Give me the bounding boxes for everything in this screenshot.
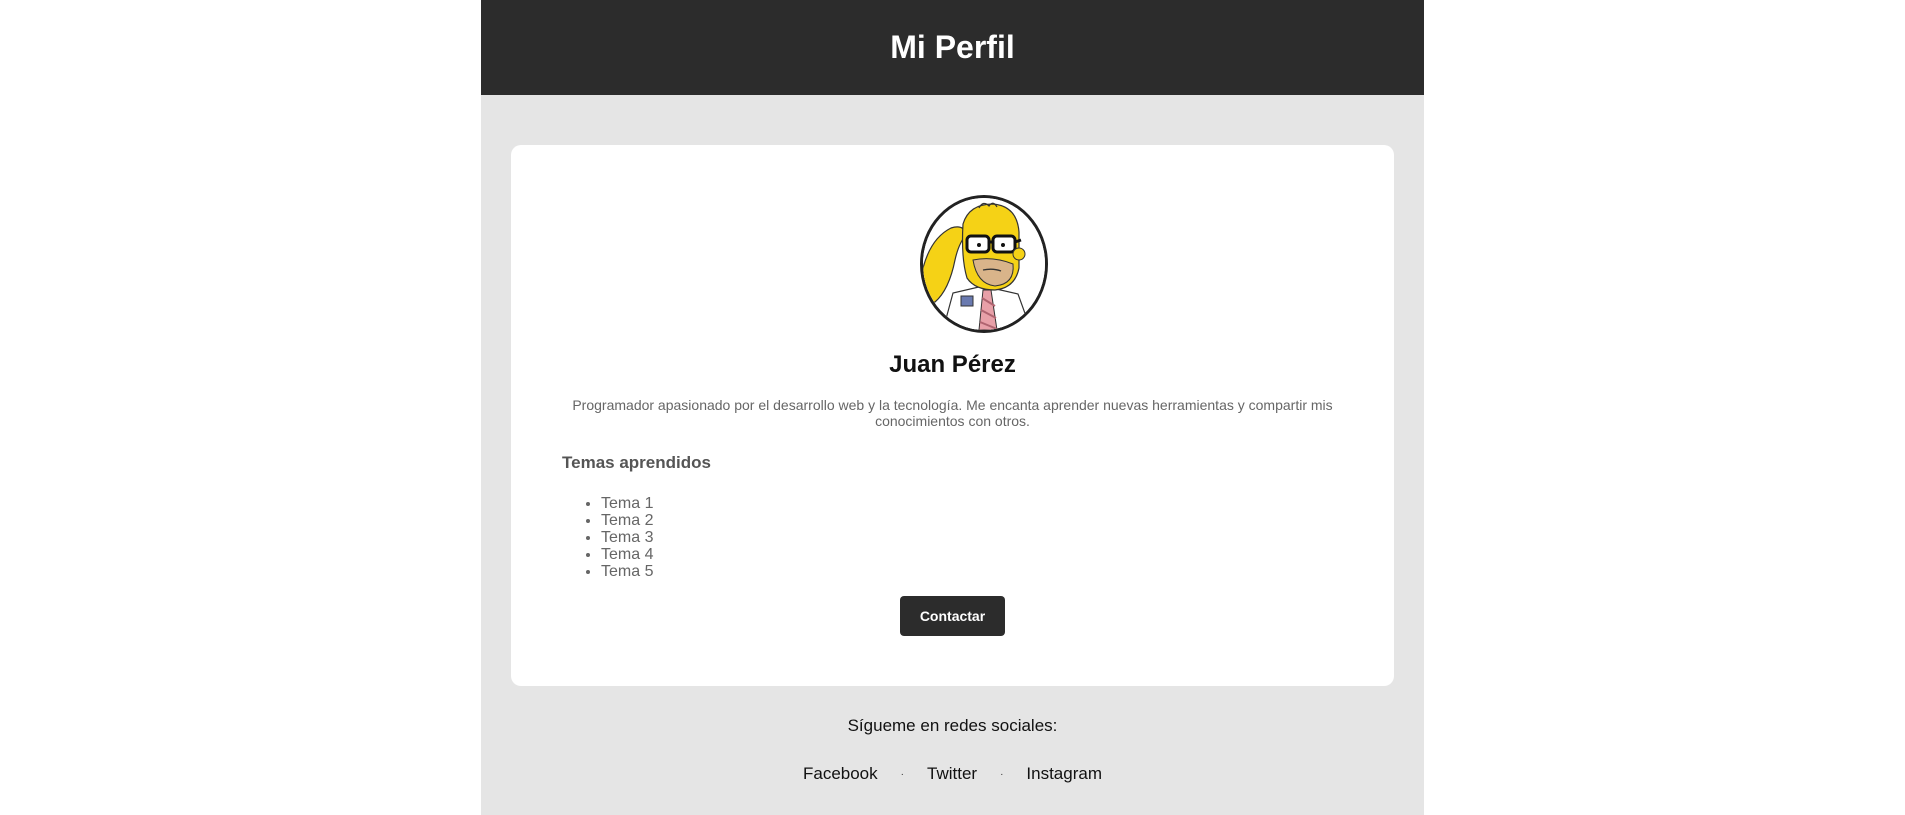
avatar xyxy=(920,195,1048,333)
link-separator: · xyxy=(900,768,904,780)
page-container: Mi Perfil Juan Pérez Programador apasion… xyxy=(481,0,1424,815)
list-item: Tema 2 xyxy=(601,512,653,529)
list-item: Tema 1 xyxy=(601,495,653,512)
list-item: Tema 3 xyxy=(601,529,653,546)
instagram-link[interactable]: Instagram xyxy=(1026,764,1102,784)
profile-card: Juan Pérez Programador apasionado por el… xyxy=(511,145,1394,686)
link-separator: · xyxy=(1000,768,1004,780)
twitter-link[interactable]: Twitter xyxy=(927,764,977,784)
topics-heading: Temas aprendidos xyxy=(562,453,711,472)
page-title: Mi Perfil xyxy=(890,29,1015,65)
topics-list: Tema 1 Tema 2 Tema 3 Tema 4 Tema 5 xyxy=(562,495,653,580)
profile-bio: Programador apasionado por el desarrollo… xyxy=(572,397,1333,429)
facebook-link[interactable]: Facebook xyxy=(803,764,878,784)
list-item: Tema 4 xyxy=(601,546,653,563)
cartoon-avatar-icon xyxy=(923,198,1045,330)
page-header: Mi Perfil xyxy=(481,0,1424,95)
social-links: Facebook · Twitter · Instagram xyxy=(481,764,1424,784)
list-item: Tema 5 xyxy=(601,563,653,580)
contact-button[interactable]: Contactar xyxy=(900,596,1005,636)
profile-name: Juan Pérez xyxy=(889,351,1016,378)
social-heading: Sígueme en redes sociales: xyxy=(847,716,1058,735)
